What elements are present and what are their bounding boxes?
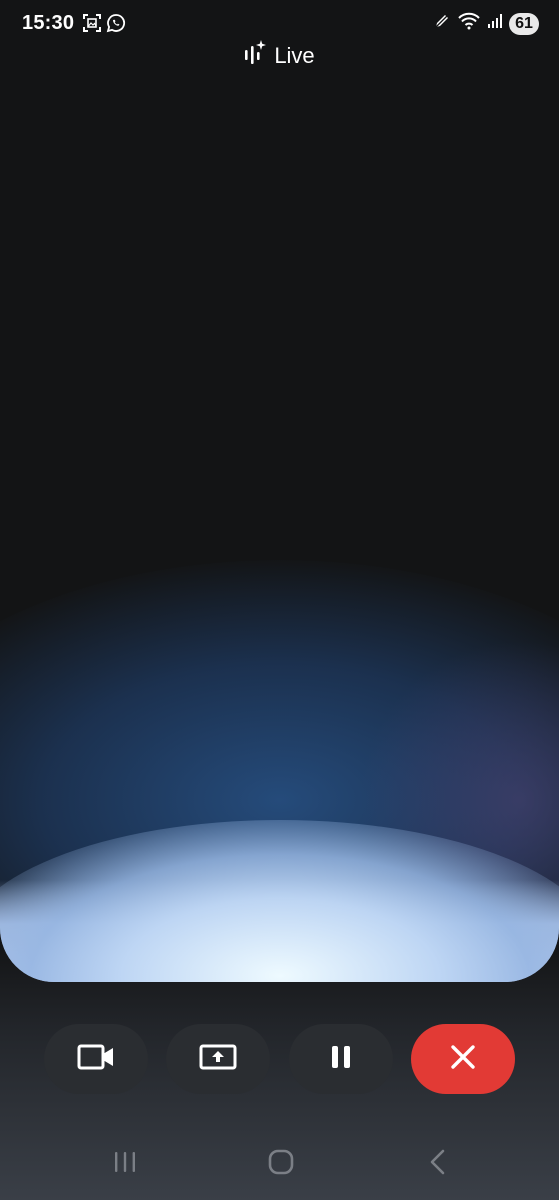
gemini-live-sparkle-icon — [244, 38, 267, 73]
live-visualizer-panel — [0, 0, 559, 982]
back-icon — [426, 1148, 450, 1181]
video-camera-button[interactable] — [44, 1024, 148, 1094]
live-header: Live — [0, 38, 559, 73]
pause-button[interactable] — [288, 1024, 393, 1094]
back-button[interactable] — [418, 1148, 458, 1180]
wifi-icon — [457, 12, 481, 35]
recent-apps-button[interactable] — [105, 1148, 145, 1180]
home-button[interactable] — [261, 1148, 301, 1180]
video-camera-icon — [77, 1043, 115, 1076]
status-right-icons: 61 — [433, 12, 539, 35]
page-title: Live — [274, 42, 315, 68]
pen-icon — [433, 12, 451, 35]
status-time: 15:30 — [22, 12, 75, 34]
screen-share-button[interactable] — [166, 1024, 271, 1094]
call-controls — [44, 1024, 515, 1094]
whatsapp-icon — [106, 13, 126, 38]
end-call-button[interactable] — [410, 1024, 515, 1094]
battery-indicator: 61 — [509, 12, 539, 35]
screenshot-icon — [82, 13, 102, 38]
system-navigation-bar — [0, 1140, 559, 1186]
home-icon — [267, 1148, 295, 1181]
recent-apps-icon — [112, 1149, 138, 1180]
close-icon — [450, 1044, 476, 1075]
pause-icon — [328, 1044, 354, 1075]
live-screen: 15:30 61 Live — [0, 0, 559, 1200]
screen-share-icon — [199, 1043, 237, 1076]
status-left-icons — [82, 13, 126, 38]
signal-icon — [487, 13, 503, 34]
